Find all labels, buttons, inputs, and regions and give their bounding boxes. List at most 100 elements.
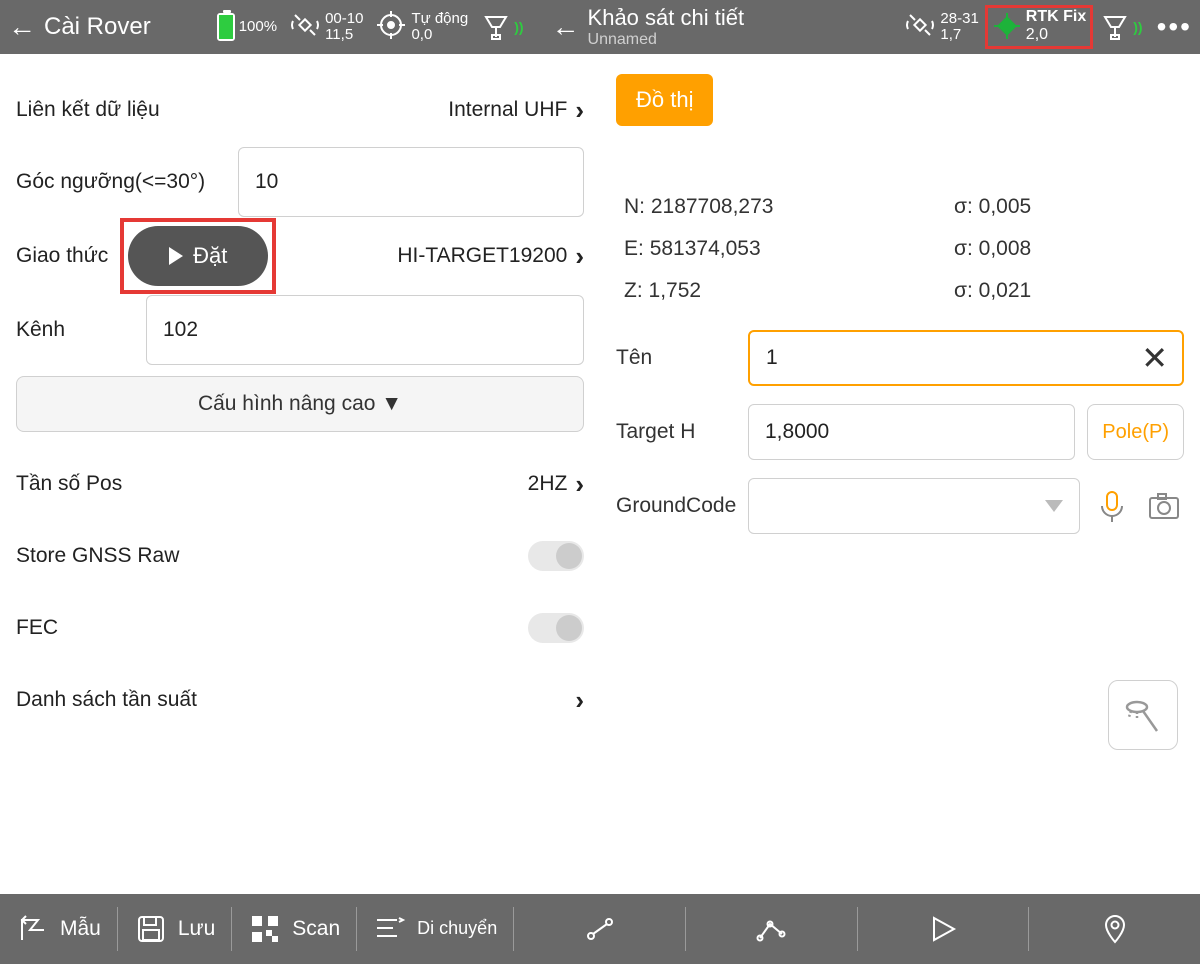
- pole-button-label: Pole(P): [1102, 421, 1169, 443]
- sat-range-left: 00-10: [325, 11, 363, 28]
- sigma-label: σ:: [954, 195, 973, 218]
- signal-icon: )): [1133, 19, 1142, 35]
- battery-status: 100%: [217, 13, 277, 41]
- sigma-n-value: 0,005: [979, 195, 1032, 218]
- satellite-status-left: 00-1011,5: [289, 9, 363, 46]
- move-button[interactable]: Di chuyển: [357, 894, 513, 964]
- more-menu-icon[interactable]: •••: [1157, 11, 1192, 43]
- chart-button-label: Đồ thị: [636, 87, 693, 112]
- advanced-config-button[interactable]: Cấu hình nâng cao ▼: [16, 376, 584, 432]
- point-line-button[interactable]: [514, 894, 685, 964]
- gnss-raw-toggle[interactable]: [528, 541, 584, 571]
- protocol-row: Giao thức Đặt HI-TARGET19200 ›: [16, 218, 584, 294]
- target-h-row: Target H Pole(P): [616, 404, 1184, 460]
- sat-value-right: 1,7: [940, 27, 978, 44]
- sigma-label: σ:: [954, 279, 973, 302]
- set-button-highlight: Đặt: [120, 218, 276, 294]
- set-button[interactable]: Đặt: [128, 226, 268, 286]
- scan-button[interactable]: Scan: [232, 894, 356, 964]
- template-label: Mẫu: [60, 917, 101, 941]
- fec-toggle[interactable]: [528, 613, 584, 643]
- name-row: Tên ✕: [616, 330, 1184, 386]
- channel-label: Kênh: [16, 318, 134, 342]
- protocol-label: Giao thức: [16, 244, 108, 268]
- play-icon: [169, 247, 183, 265]
- fec-label: FEC: [16, 616, 58, 640]
- dropdown-icon: [1045, 500, 1063, 512]
- antenna-status-left[interactable]: )): [480, 9, 523, 46]
- target-h-label: Target H: [616, 420, 736, 444]
- location-pin-button[interactable]: [1029, 894, 1200, 964]
- gnss-raw-label: Store GNSS Raw: [16, 544, 179, 568]
- antenna-status-right[interactable]: )): [1099, 9, 1142, 46]
- survey-panel: Đồ thị N: 2187708,273 σ: 0,005 E: 581374…: [600, 54, 1200, 894]
- mode-label: Tự động: [411, 11, 468, 28]
- pole-button[interactable]: Pole(P): [1087, 404, 1184, 460]
- name-input[interactable]: [748, 330, 1184, 386]
- satellite-icon: [904, 9, 936, 46]
- crosshair-icon: [375, 9, 407, 46]
- advanced-config-label: Cấu hình nâng cao ▼: [198, 392, 402, 416]
- chevron-right-icon: ›: [575, 469, 584, 500]
- protocol-value: HI-TARGET19200: [397, 244, 567, 268]
- chevron-right-icon: ›: [575, 95, 584, 126]
- name-label: Tên: [616, 346, 736, 370]
- page-title-left: Cài Rover: [44, 13, 151, 41]
- angle-row: Góc ngưỡng(<=30°): [16, 146, 584, 218]
- back-icon[interactable]: ←: [8, 11, 36, 43]
- angle-input[interactable]: [238, 147, 584, 217]
- rtk-label: RTK Fix: [1026, 8, 1086, 26]
- groundcode-row: GroundCode: [616, 478, 1184, 534]
- east-label: E:: [624, 237, 644, 260]
- rtk-value: 2,0: [1026, 26, 1086, 44]
- play-button[interactable]: [858, 894, 1029, 964]
- bottom-toolbar: Mẫu Lưu Scan Di chuyển: [0, 894, 1200, 964]
- sigma-e-value: 0,008: [979, 237, 1032, 260]
- battery-percent: 100%: [239, 19, 277, 36]
- set-button-label: Đặt: [193, 243, 227, 269]
- freqlist-row[interactable]: Danh sách tần suất ›: [16, 664, 584, 736]
- move-label: Di chuyển: [417, 919, 497, 939]
- save-button[interactable]: Lưu: [118, 894, 231, 964]
- page-title-right: Khảo sát chi tiết: [588, 5, 745, 31]
- microphone-icon[interactable]: [1092, 486, 1132, 526]
- groundcode-label: GroundCode: [616, 494, 736, 518]
- rtk-target-icon: [992, 11, 1022, 41]
- sigma-z-value: 0,021: [979, 279, 1032, 302]
- back-icon-right[interactable]: ←: [552, 11, 580, 43]
- template-button[interactable]: Mẫu: [0, 894, 117, 964]
- camera-icon[interactable]: [1144, 486, 1184, 526]
- north-value: 2187708,273: [651, 195, 774, 218]
- battery-icon: [217, 13, 235, 41]
- fec-row: FEC: [16, 592, 584, 664]
- sat-value-left: 11,5: [325, 27, 363, 44]
- satellite-status-right: 28-311,7: [904, 9, 978, 46]
- chart-button[interactable]: Đồ thị: [616, 74, 713, 126]
- chevron-right-icon: ›: [575, 241, 584, 272]
- datalink-value: Internal UHF: [448, 98, 567, 122]
- polyline-button[interactable]: [686, 894, 857, 964]
- antenna-icon: [480, 9, 512, 46]
- chevron-right-icon: ›: [575, 685, 584, 716]
- top-bar: ← Cài Rover 100% 00-1011,5 Tự động0,0 ))…: [0, 0, 1200, 54]
- rtk-fix-highlight: RTK Fix2,0: [985, 5, 1093, 49]
- gnss-raw-row: Store GNSS Raw: [16, 520, 584, 592]
- measure-float-button[interactable]: [1108, 680, 1178, 750]
- posfreq-row[interactable]: Tần số Pos 2HZ›: [16, 448, 584, 520]
- target-h-input[interactable]: [748, 404, 1075, 460]
- sat-range-right: 28-31: [940, 11, 978, 28]
- mode-status: Tự động0,0: [375, 9, 468, 46]
- groundcode-select[interactable]: [748, 478, 1080, 534]
- east-value: 581374,053: [650, 237, 761, 260]
- freqlist-label: Danh sách tần suất: [16, 688, 197, 712]
- rover-settings-panel: Liên kết dữ liệu Internal UHF› Góc ngưỡn…: [0, 54, 600, 894]
- save-label: Lưu: [178, 917, 215, 941]
- mode-value: 0,0: [411, 27, 468, 44]
- z-value: 1,752: [649, 279, 702, 302]
- channel-row: Kênh: [16, 294, 584, 366]
- posfreq-label: Tần số Pos: [16, 472, 122, 496]
- clear-icon[interactable]: ✕: [1141, 339, 1168, 377]
- datalink-row[interactable]: Liên kết dữ liệu Internal UHF›: [16, 74, 584, 146]
- channel-input[interactable]: [146, 295, 584, 365]
- z-label: Z:: [624, 279, 643, 302]
